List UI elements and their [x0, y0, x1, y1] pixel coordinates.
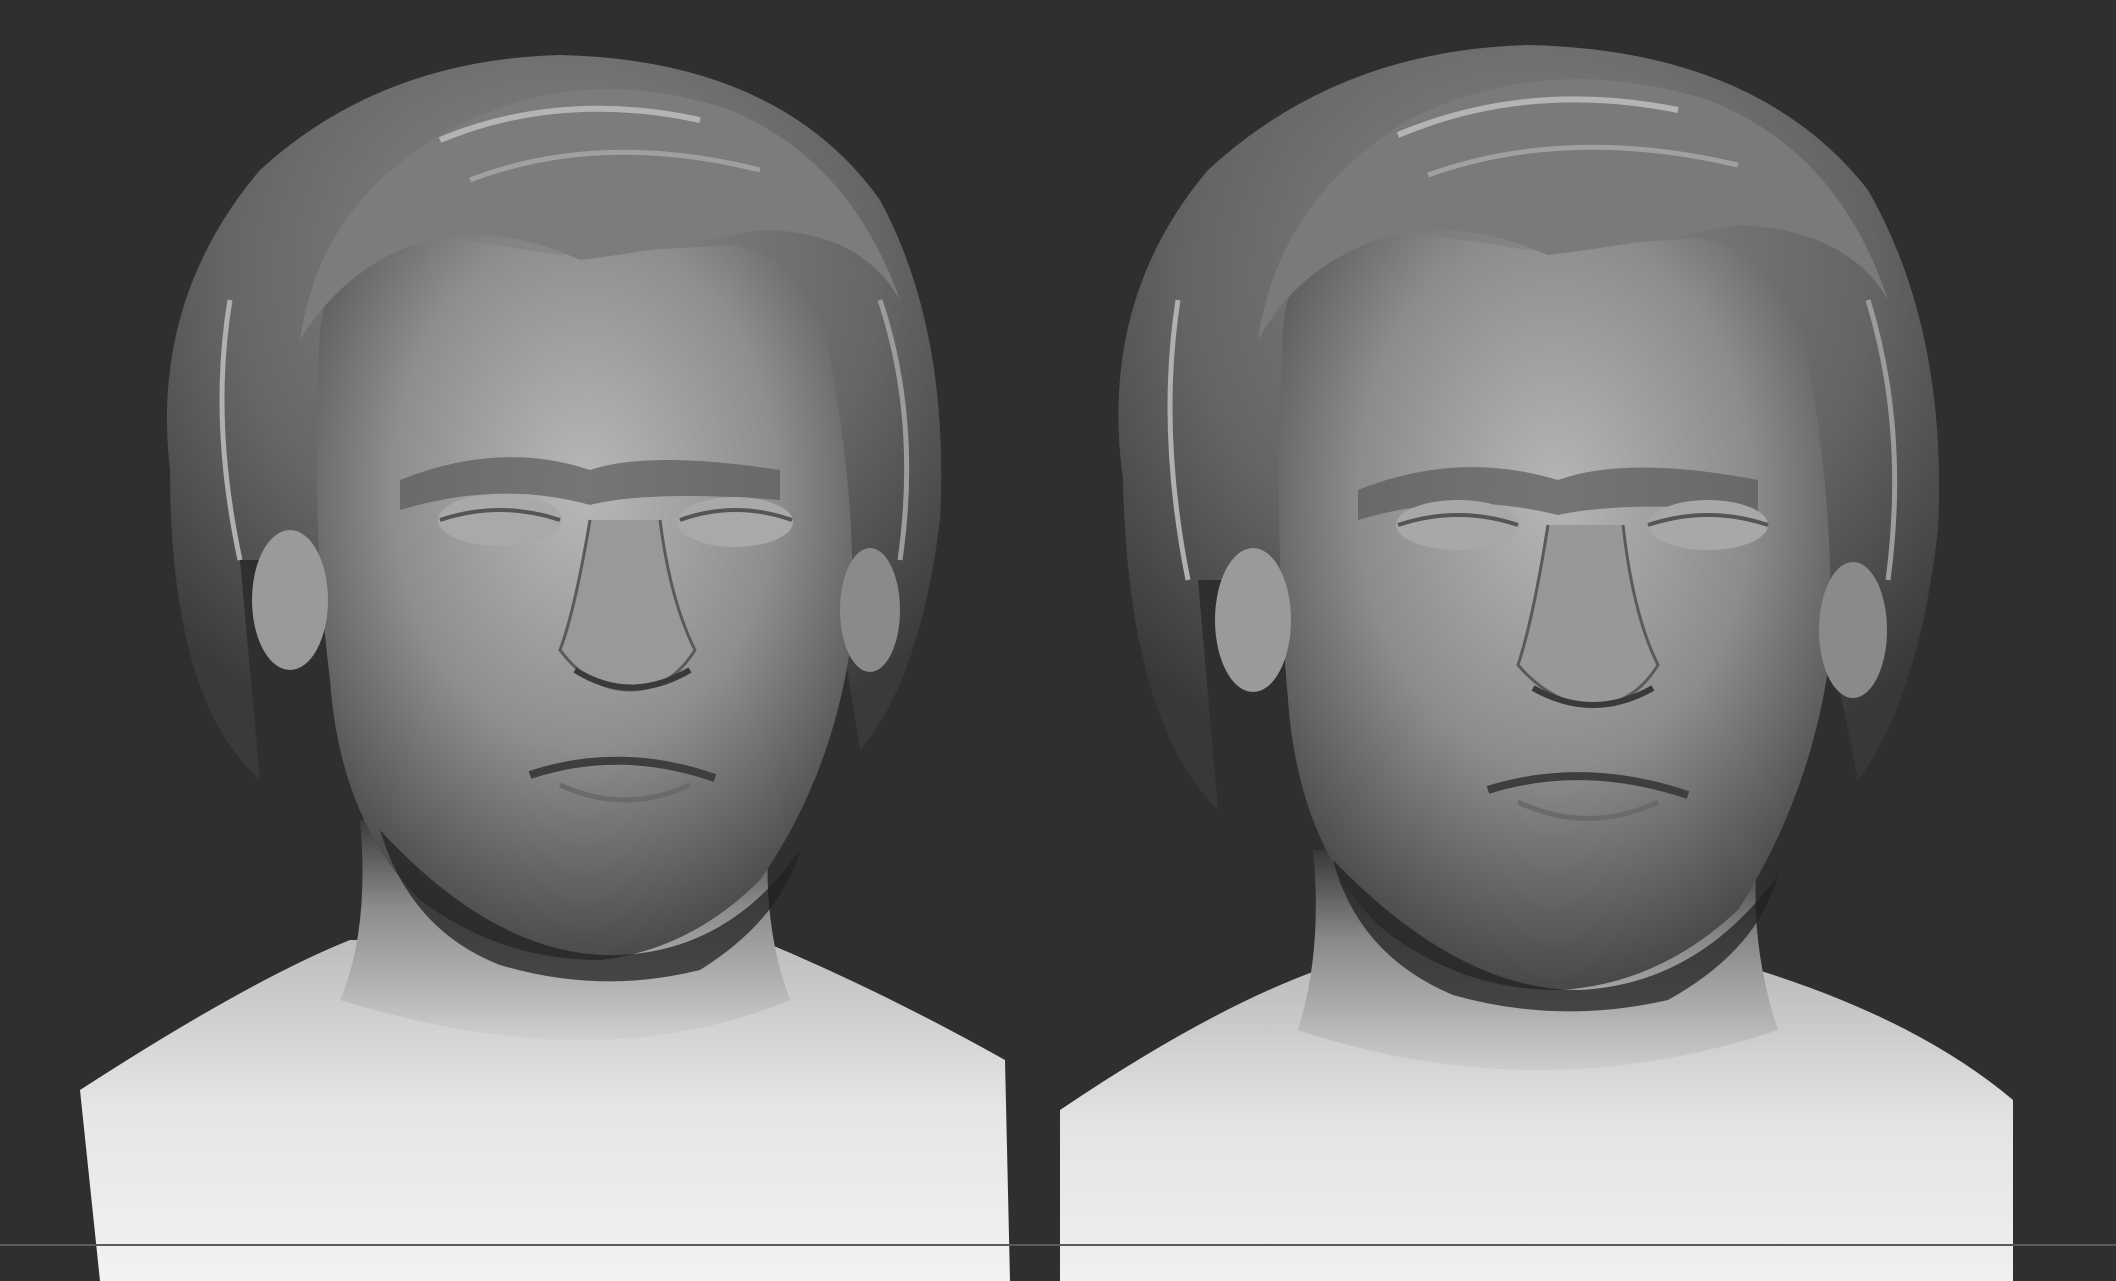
sculpt-viewport[interactable] — [0, 0, 2116, 1281]
bust-render-a — [80, 55, 1010, 1281]
bust-front-view-a — [0, 0, 1058, 1281]
bust-render-b — [1060, 45, 2013, 1281]
bust-front-view-b — [1058, 0, 2116, 1281]
ground-plane-line — [0, 1244, 2116, 1246]
